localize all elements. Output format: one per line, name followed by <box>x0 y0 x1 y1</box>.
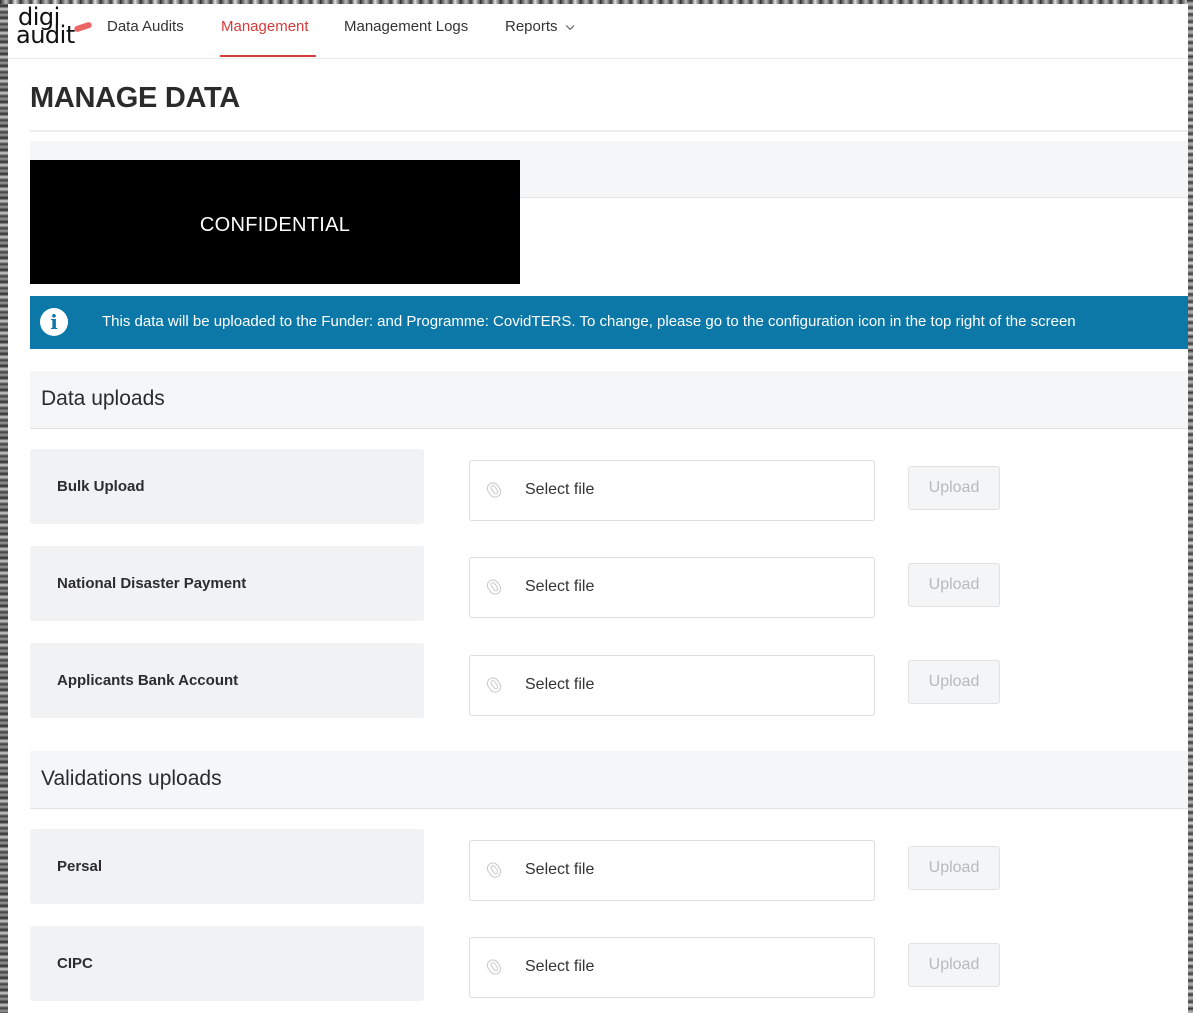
national-disaster-payment-upload-button[interactable]: Upload <box>908 563 1000 607</box>
page-title: MANAGE DATA <box>30 82 240 114</box>
row-label-text: CIPC <box>57 955 93 972</box>
row-label-text: Bulk Upload <box>57 478 145 495</box>
file-placeholder: Select file <box>525 481 595 498</box>
paperclip-icon <box>484 675 504 695</box>
info-icon: i <box>40 308 68 336</box>
paperclip-icon <box>484 860 504 880</box>
confidential-label: CONFIDENTIAL <box>199 214 351 236</box>
active-tab-indicator <box>220 55 316 57</box>
info-banner: i This data will be uploaded to the Fund… <box>30 296 1188 349</box>
applicants-bank-account-upload-button[interactable]: Upload <box>908 660 1000 704</box>
upload-row-label: Persal <box>30 829 424 904</box>
nav-reports-dropdown[interactable]: Reports <box>505 18 574 35</box>
section-header-data-uploads: Data uploads <box>30 371 1188 429</box>
upload-row-label: Applicants Bank Account <box>30 643 424 718</box>
chevron-down-icon <box>565 21 574 31</box>
file-placeholder: Select file <box>525 578 595 595</box>
section-title: Validations uploads <box>41 767 222 790</box>
row-label-text: Applicants Bank Account <box>57 672 239 689</box>
bulk-upload-file-input[interactable]: Select file <box>469 460 875 521</box>
paperclip-icon <box>484 957 504 977</box>
info-banner-text: This data will be uploaded to the Funder… <box>102 313 1076 330</box>
section-header-validations-uploads: Validations uploads <box>30 751 1188 809</box>
upload-row-label: CIPC <box>30 926 424 1001</box>
file-placeholder: Select file <box>525 958 595 975</box>
section-title: Data uploads <box>41 387 165 410</box>
nav-data-audits[interactable]: Data Audits <box>107 18 184 35</box>
row-label-text: National Disaster Payment <box>57 575 247 592</box>
logo-line-2: audit <box>16 21 75 49</box>
upload-row-label: Bulk Upload <box>30 449 424 524</box>
photo-edge-left <box>0 0 8 1013</box>
cipc-upload-button[interactable]: Upload <box>908 943 1000 987</box>
digiaudit-logo[interactable]: digi audit <box>16 5 102 50</box>
paperclip-icon <box>484 577 504 597</box>
upload-row-label: National Disaster Payment <box>30 546 424 621</box>
file-placeholder: Select file <box>525 861 595 878</box>
top-navbar: digi audit Data Audits Management Manage… <box>8 4 1188 59</box>
bulk-upload-button[interactable]: Upload <box>908 466 1000 510</box>
file-placeholder: Select file <box>525 676 595 693</box>
persal-file-input[interactable]: Select file <box>469 840 875 901</box>
national-disaster-payment-file-input[interactable]: Select file <box>469 557 875 618</box>
persal-upload-button[interactable]: Upload <box>908 846 1000 890</box>
logo-accent-mark <box>73 21 93 33</box>
paperclip-icon <box>484 480 504 500</box>
cipc-file-input[interactable]: Select file <box>469 937 875 998</box>
applicants-bank-account-file-input[interactable]: Select file <box>469 655 875 716</box>
confidential-redaction-block: CONFIDENTIAL <box>30 160 520 284</box>
row-label-text: Persal <box>57 858 103 875</box>
nav-reports-label: Reports <box>505 18 558 35</box>
nav-management-logs[interactable]: Management Logs <box>344 18 468 35</box>
nav-management[interactable]: Management <box>221 18 309 35</box>
app-screen: digi audit Data Audits Management Manage… <box>8 4 1188 1013</box>
title-divider <box>30 130 1188 132</box>
